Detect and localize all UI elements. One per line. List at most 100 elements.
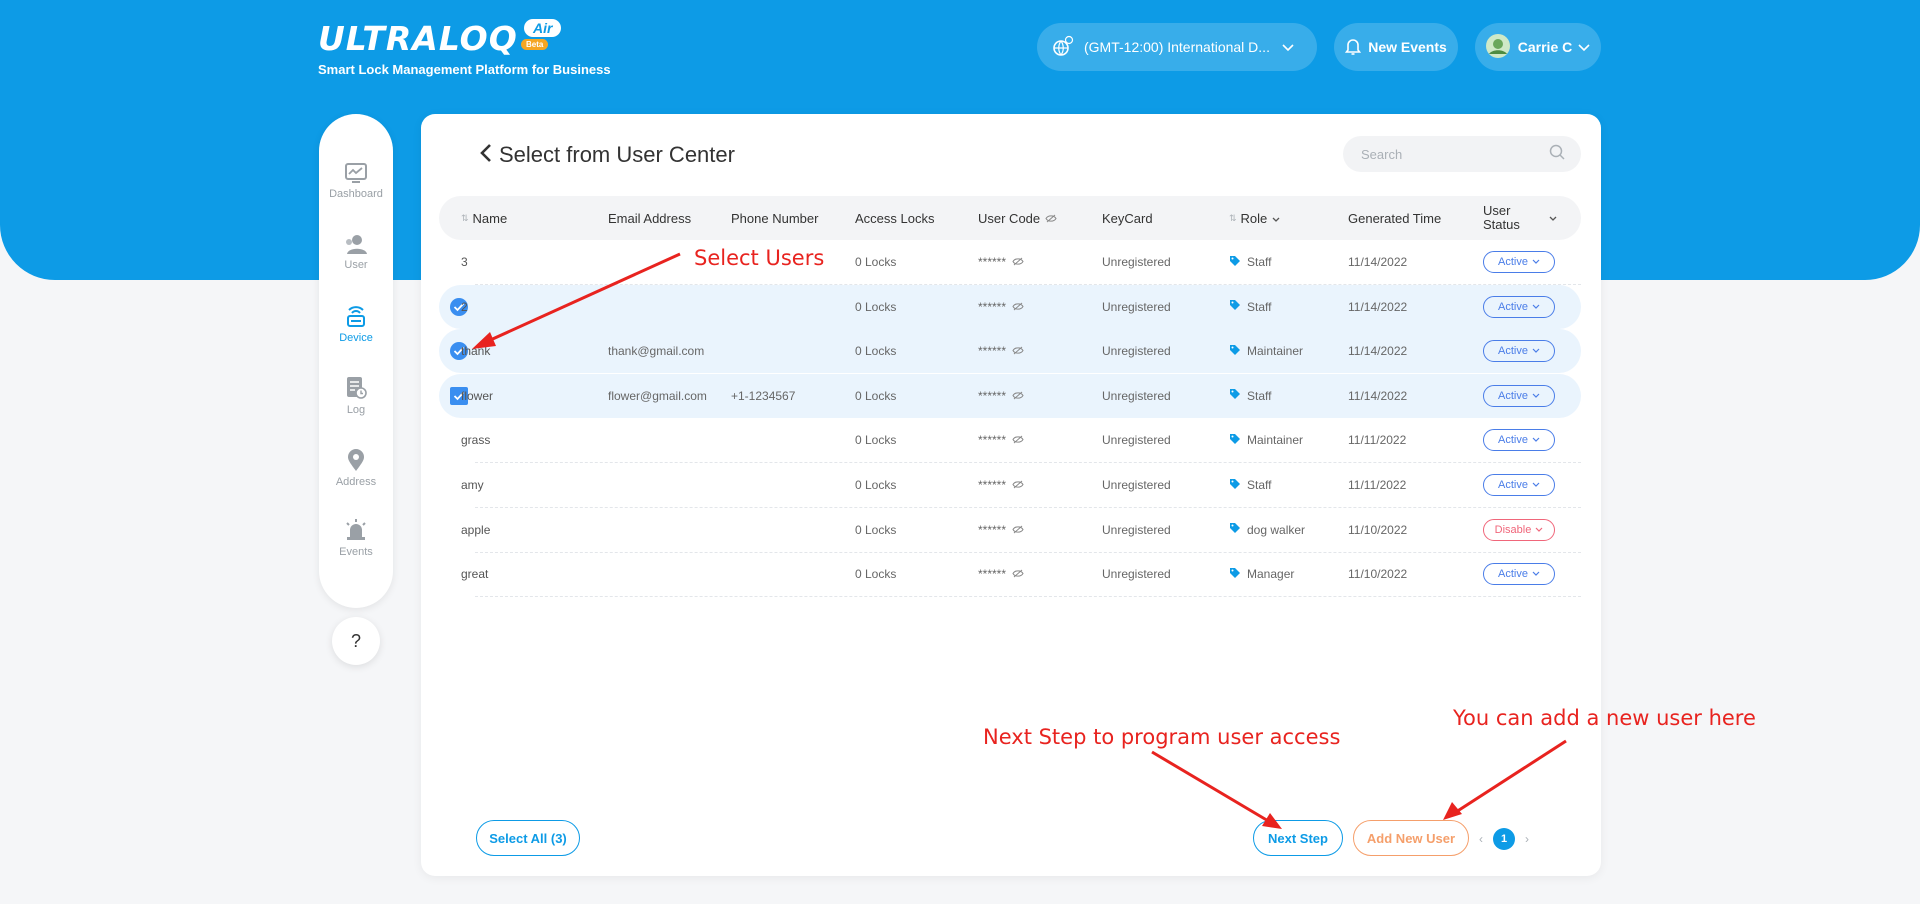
- cell-keycard: Unregistered: [1102, 433, 1171, 448]
- status-dropdown[interactable]: Active: [1483, 384, 1555, 407]
- cell-access-locks: 0 Locks: [855, 344, 897, 359]
- eye-slash-icon[interactable]: [1045, 211, 1057, 226]
- search-icon[interactable]: [1549, 144, 1581, 165]
- eye-slash-icon[interactable]: [1012, 300, 1024, 314]
- column-label: User Status: [1483, 203, 1520, 232]
- help-button[interactable]: ?: [332, 617, 380, 665]
- prev-page-icon[interactable]: ‹: [1479, 832, 1483, 846]
- device-icon: [319, 304, 393, 328]
- search-box[interactable]: Search: [1343, 136, 1581, 172]
- table-row[interactable]: flower flower@gmail.com +1-1234567 0 Locks *…: [439, 373, 1581, 418]
- status-dropdown[interactable]: Disable: [1483, 518, 1555, 541]
- status-dropdown[interactable]: Active: [1483, 474, 1555, 496]
- cell-name: thank: [461, 344, 491, 359]
- sidebar-label: Dashboard: [329, 188, 383, 200]
- cell-user-code: ******: [978, 418, 1024, 462]
- chevron-down-icon: [1549, 211, 1557, 225]
- table-row[interactable]: thank thank@gmail.com 0 Locks ****** Unregis…: [439, 329, 1581, 374]
- timezone-value: (GMT-12:00) International D...: [1084, 39, 1270, 55]
- user-code-mask: ******: [978, 299, 1007, 314]
- beta-badge: Beta: [521, 39, 549, 50]
- sidebar-item-device[interactable]: Device: [319, 304, 393, 344]
- eye-slash-icon[interactable]: [1012, 433, 1024, 447]
- cell-generated-time: 11/11/2022: [1348, 433, 1407, 448]
- sidebar-item-events[interactable]: Events: [319, 518, 393, 558]
- timezone-selector[interactable]: (GMT-12:00) International D...: [1037, 23, 1317, 71]
- back-chevron-icon[interactable]: [479, 143, 493, 168]
- status-dropdown[interactable]: Active: [1483, 340, 1555, 363]
- cell-access-locks: 0 Locks: [855, 433, 897, 448]
- logo-wordmark: ULTRALOQ: [318, 19, 518, 58]
- cell-role: Staff: [1229, 285, 1271, 329]
- search-input[interactable]: Search: [1361, 147, 1549, 162]
- cell-role: Staff: [1229, 240, 1271, 284]
- cell-user-code: ******: [978, 285, 1024, 329]
- column-user-status[interactable]: User Status: [1483, 196, 1563, 240]
- cell-generated-time: 11/10/2022: [1348, 522, 1408, 537]
- cell-keycard: Unregistered: [1102, 478, 1171, 492]
- eye-slash-icon[interactable]: [1012, 389, 1024, 403]
- cell-role: Maintainer: [1229, 329, 1303, 373]
- role-label: Manager: [1247, 567, 1295, 582]
- next-step-button[interactable]: Next Step: [1253, 820, 1343, 856]
- add-new-user-button[interactable]: Add New User: [1353, 820, 1469, 856]
- cell-access-locks: 0 Locks: [855, 255, 897, 269]
- tag-icon: [1229, 433, 1241, 448]
- sidebar-item-address[interactable]: Address: [319, 448, 393, 488]
- next-page-icon[interactable]: ›: [1525, 832, 1529, 846]
- table-row[interactable]: great 0 Locks ****** Unregistered Manager 11/…: [439, 552, 1581, 598]
- main-panel: Select from User Center Search ⇅ Name Em…: [421, 114, 1601, 876]
- column-label: User Code: [978, 210, 1041, 226]
- cell-generated-time: 11/11/2022: [1348, 478, 1407, 492]
- chevron-down-icon: [1528, 434, 1540, 446]
- role-label: Staff: [1247, 478, 1272, 492]
- column-label: Generated Time: [1348, 210, 1442, 226]
- cell-name: apple: [461, 522, 491, 537]
- table-row[interactable]: amy 0 Locks ****** Unregistered Staff 11/11/2…: [439, 463, 1581, 508]
- sidebar-item-user[interactable]: User: [319, 233, 393, 271]
- role-label: Maintainer: [1247, 344, 1304, 359]
- cell-generated-time: 11/14/2022: [1348, 299, 1408, 314]
- column-role[interactable]: ⇅ Role: [1229, 196, 1280, 240]
- table-row[interactable]: grass 0 Locks ****** Unregistered Maintainer…: [439, 418, 1581, 464]
- user-code-mask: ******: [978, 567, 1007, 582]
- sidebar-label: Device: [339, 332, 373, 344]
- table-row[interactable]: 3 0 Locks ****** Unregistered Staff 11/14/202…: [439, 240, 1581, 285]
- cell-generated-time: 11/14/2022: [1348, 344, 1408, 359]
- sidebar-label: Address: [335, 476, 377, 488]
- select-all-button[interactable]: Select All (3): [476, 820, 580, 856]
- cell-email: thank@gmail.com: [608, 344, 705, 359]
- eye-slash-icon[interactable]: [1012, 523, 1024, 537]
- cell-user-status: Active: [1483, 463, 1555, 507]
- eye-slash-icon[interactable]: [1012, 478, 1024, 492]
- eye-slash-icon[interactable]: [1012, 344, 1024, 358]
- sidebar-item-dashboard[interactable]: Dashboard: [319, 162, 393, 200]
- table-row[interactable]: 2 0 Locks ****** Unregistered Staff 11/14/202…: [439, 284, 1581, 329]
- role-label: Maintainer: [1247, 433, 1304, 448]
- cell-role: dog walker: [1229, 508, 1305, 552]
- cell-role: Staff: [1229, 463, 1271, 507]
- status-dropdown[interactable]: Active: [1483, 563, 1555, 586]
- new-events-button[interactable]: New Events: [1334, 23, 1458, 71]
- eye-slash-icon[interactable]: [1012, 567, 1024, 581]
- chevron-down-icon: [1528, 301, 1540, 313]
- user-menu[interactable]: Carrie C: [1475, 23, 1601, 71]
- eye-slash-icon[interactable]: [1012, 255, 1024, 269]
- cell-email: flower@gmail.com: [608, 388, 707, 403]
- sort-icon[interactable]: ⇅: [461, 213, 469, 224]
- status-dropdown[interactable]: Active: [1483, 251, 1555, 273]
- column-keycard: KeyCard: [1102, 196, 1153, 240]
- tag-icon: [1229, 299, 1241, 314]
- sidebar-item-log[interactable]: Log: [319, 376, 393, 416]
- cell-keycard: Unregistered: [1102, 299, 1171, 314]
- cell-user-status: Active: [1483, 552, 1555, 596]
- globe-clock-icon: [1052, 35, 1074, 60]
- cell-user-status: Active: [1483, 374, 1555, 418]
- sort-icon[interactable]: ⇅: [1229, 213, 1237, 224]
- status-dropdown[interactable]: Active: [1483, 429, 1555, 452]
- annotation-select-users: Select Users: [694, 246, 825, 270]
- page-number[interactable]: 1: [1493, 828, 1515, 850]
- column-name[interactable]: ⇅ Name: [461, 196, 507, 240]
- table-row[interactable]: apple 0 Locks ****** Unregistered dog walker…: [439, 508, 1581, 553]
- status-dropdown[interactable]: Active: [1483, 295, 1555, 318]
